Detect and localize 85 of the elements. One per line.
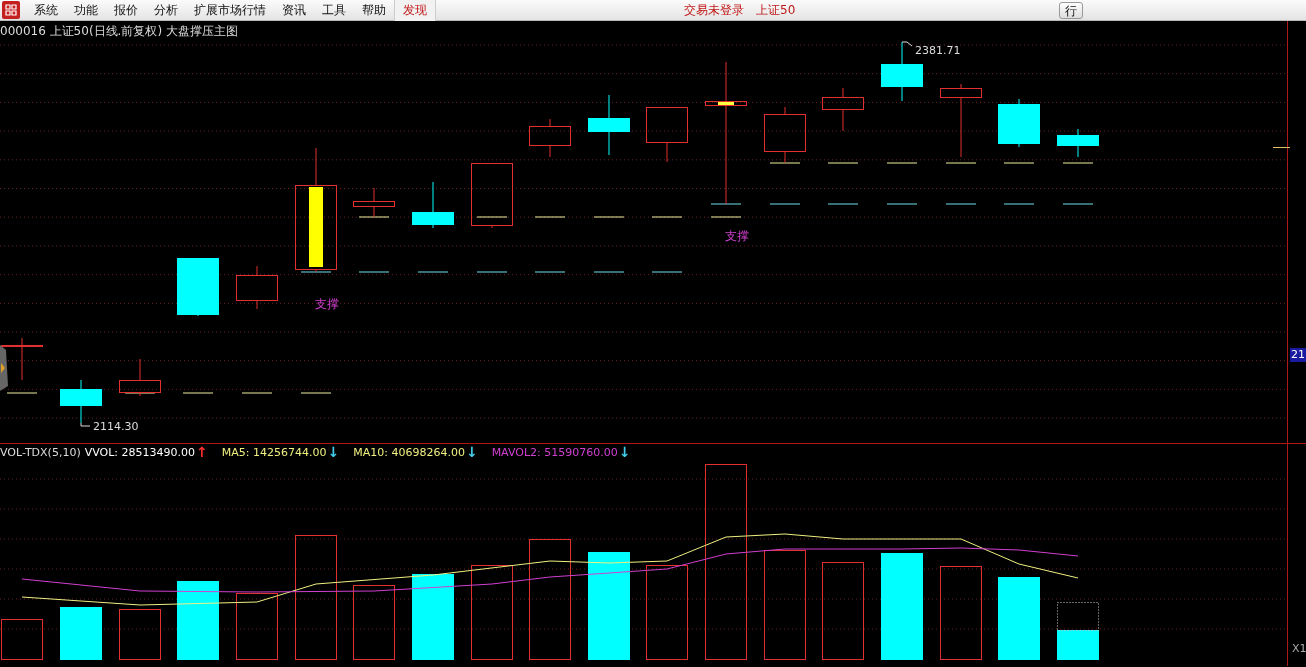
support-line (476, 271, 508, 273)
volume-bar (60, 607, 102, 660)
legend-value: VVOL: 28513490.00 (84, 446, 195, 459)
candlestick (588, 94, 630, 156)
support-line (124, 392, 156, 394)
login-status: 交易未登录 (684, 1, 744, 19)
support-label: 支撑 (725, 230, 749, 243)
support-line (945, 203, 977, 205)
menu-item[interactable]: 扩展市场行情 (186, 0, 274, 21)
trend-arrow: ↑ (196, 446, 208, 459)
support-line (417, 271, 449, 273)
support-line (710, 203, 742, 205)
legend-value: MA5: 14256744.00 (221, 446, 327, 459)
support-line (945, 162, 977, 164)
candlestick (822, 87, 864, 132)
candlestick (1057, 128, 1099, 158)
support-line (300, 271, 332, 273)
support-line (827, 203, 859, 205)
support-line (651, 271, 683, 273)
candlestick (60, 379, 102, 424)
support-line (241, 392, 273, 394)
candlestick (764, 106, 806, 164)
support-line (769, 203, 801, 205)
support-line (1062, 203, 1094, 205)
support-line (358, 271, 390, 273)
support-line (827, 162, 859, 164)
candlestick (529, 118, 571, 158)
leader-line (80, 422, 91, 427)
menu-item[interactable]: 报价 (106, 0, 146, 21)
menu-item[interactable]: 发现 (394, 0, 436, 21)
support-line (651, 216, 683, 218)
trend-arrow: ↓ (618, 446, 631, 459)
candlestick (471, 162, 513, 229)
support-line (886, 203, 918, 205)
support-line (476, 216, 508, 218)
chart-title: 000016 上证50(日线.前复权) 大盘撑压主图 (0, 23, 238, 40)
axis-price-tag: 21 (1290, 348, 1306, 362)
support-line (534, 216, 566, 218)
menu-item[interactable]: 功能 (66, 0, 106, 21)
volume-bar (1, 619, 43, 660)
support-line (1003, 203, 1035, 205)
market-name: 上证50 (756, 1, 796, 19)
volume-bar (236, 593, 278, 660)
price-marker (1272, 147, 1291, 148)
menu-item[interactable]: 工具 (314, 0, 354, 21)
support-line (1062, 162, 1094, 164)
menu-item[interactable]: 系统 (26, 0, 66, 21)
scale-tag: X1 (1291, 642, 1306, 656)
leader-line (901, 41, 913, 47)
high-price-label: 2381.71 (915, 44, 961, 57)
legend-value: MA10: 40698264.00 (353, 446, 465, 459)
volume-bar (119, 609, 161, 660)
support-line (886, 162, 918, 164)
support-line (6, 392, 38, 394)
candlestick (412, 181, 454, 229)
candlestick (353, 187, 395, 218)
candlestick (646, 106, 688, 163)
support-line (182, 392, 214, 394)
app-logo-icon[interactable] (2, 1, 20, 19)
support-line (593, 216, 625, 218)
indicator-name: VOL-TDX(5,10) (0, 446, 81, 459)
trend-arrow: ↓ (465, 446, 478, 459)
support-line (769, 162, 801, 164)
candlestick (177, 257, 219, 317)
support-line (300, 392, 332, 394)
volume-outline (1057, 602, 1099, 631)
quote-button[interactable]: 行 (1059, 1, 1084, 19)
trend-arrow: ↓ (327, 446, 340, 459)
menu-item[interactable]: 资讯 (274, 0, 314, 21)
low-price-label: 2114.30 (93, 420, 139, 433)
candlestick (1, 337, 43, 381)
candlestick (236, 265, 278, 310)
support-line (710, 216, 742, 218)
support-line (358, 216, 390, 218)
support-line (593, 271, 625, 273)
menu-item[interactable]: 分析 (146, 0, 186, 21)
support-label: 支撑 (315, 298, 339, 311)
candlestick (998, 98, 1040, 148)
support-line (534, 271, 566, 273)
side-tab-icon[interactable] (0, 345, 8, 391)
menu-item[interactable]: 帮助 (354, 0, 394, 21)
support-line (1003, 162, 1035, 164)
legend-value: MAVOL2: 51590760.00 (491, 446, 618, 459)
candlestick (119, 358, 161, 397)
volume-bar (1057, 630, 1099, 660)
